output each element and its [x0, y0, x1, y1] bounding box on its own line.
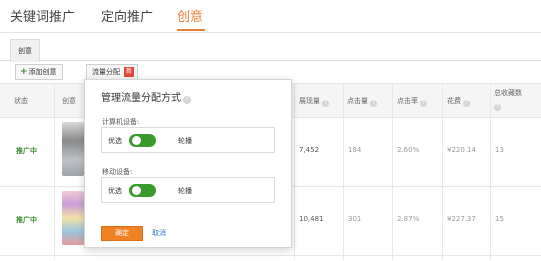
header-favorites[interactable]: 总收藏数?: [494, 87, 538, 111]
computer-device-toggle[interactable]: [129, 134, 156, 147]
header-ctr[interactable]: 点击率?: [397, 96, 427, 107]
header-status: 状态: [14, 97, 28, 105]
top-tab-bar: 关键词推广 定向推广 创意: [0, 0, 541, 33]
clicks-cell: 301: [348, 215, 362, 223]
help-icon[interactable]: ?: [494, 104, 501, 111]
computer-device-label: 计算机设备:: [102, 118, 140, 126]
flow-distribution-popup: 管理流量分配方式? 计算机设备: 优选 轮播 移动设备: 优选 轮播 确定 取消: [84, 79, 292, 248]
header-creative: 创意: [62, 97, 76, 105]
tab-creative[interactable]: 创意: [177, 6, 203, 25]
status-badge: 推广中: [16, 216, 37, 224]
clicks-cell: 184: [348, 146, 362, 154]
impressions-cell: 7,452: [299, 146, 320, 154]
toggle-knob: [132, 136, 141, 145]
option-preferred-label: 优选: [108, 137, 122, 145]
favorites-cell: 13: [495, 146, 504, 154]
tab-keyword-promotion[interactable]: 关键词推广: [10, 6, 75, 25]
flow-distribution-button[interactable]: 流量分配新: [86, 64, 139, 80]
computer-device-option-box: 优选 轮播: [101, 127, 275, 153]
confirm-button[interactable]: 确定: [101, 226, 143, 241]
creative-thumbnail[interactable]: [62, 122, 84, 176]
header-favorites-label: 总收藏数: [494, 89, 522, 97]
active-tab-indicator: [177, 29, 205, 31]
help-icon[interactable]: ?: [420, 100, 427, 107]
popup-title: 管理流量分配方式?: [101, 89, 191, 104]
help-icon[interactable]: ?: [463, 100, 470, 107]
help-icon[interactable]: ?: [183, 96, 191, 104]
add-creative-label: 添加创意: [28, 68, 57, 76]
header-impressions-label: 展现量: [299, 97, 320, 105]
mobile-device-option-box: 优选 轮播: [101, 177, 275, 203]
mobile-device-toggle[interactable]: [129, 184, 156, 197]
ctr-cell: 2.60%: [397, 146, 420, 154]
cost-cell: ¥220.14: [447, 146, 476, 154]
sub-tab-bar: 创意: [0, 33, 541, 62]
header-cost[interactable]: 花费?: [447, 96, 470, 107]
option-rotate-label: 轮播: [178, 137, 192, 145]
flow-distribution-label: 流量分配: [92, 68, 120, 76]
popup-title-text: 管理流量分配方式: [101, 93, 181, 104]
header-cost-label: 花费: [447, 97, 461, 105]
cost-cell: ¥227.37: [447, 215, 476, 223]
toggle-knob: [132, 186, 141, 195]
favorites-cell: 15: [495, 215, 504, 223]
mobile-device-label: 移动设备:: [102, 168, 133, 176]
header-clicks[interactable]: 点击量?: [347, 96, 377, 107]
plus-icon: +: [20, 67, 28, 77]
add-creative-button[interactable]: +添加创意: [15, 64, 63, 80]
help-icon[interactable]: ?: [370, 100, 377, 107]
tab-targeted-promotion[interactable]: 定向推广: [101, 6, 153, 25]
status-badge: 推广中: [16, 147, 37, 155]
cancel-link[interactable]: 取消: [152, 228, 166, 238]
new-badge: 新: [124, 67, 135, 77]
header-ctr-label: 点击率: [397, 97, 418, 105]
option-preferred-label: 优选: [108, 187, 122, 195]
creative-thumbnail[interactable]: [62, 191, 84, 245]
ctr-cell: 2.87%: [397, 215, 420, 223]
impressions-cell: 10,481: [299, 215, 324, 223]
sub-tab-creative[interactable]: 创意: [10, 39, 40, 62]
option-rotate-label: 轮播: [178, 187, 192, 195]
help-icon[interactable]: ?: [322, 100, 329, 107]
header-impressions[interactable]: 展现量?: [299, 96, 329, 107]
header-clicks-label: 点击量: [347, 97, 368, 105]
